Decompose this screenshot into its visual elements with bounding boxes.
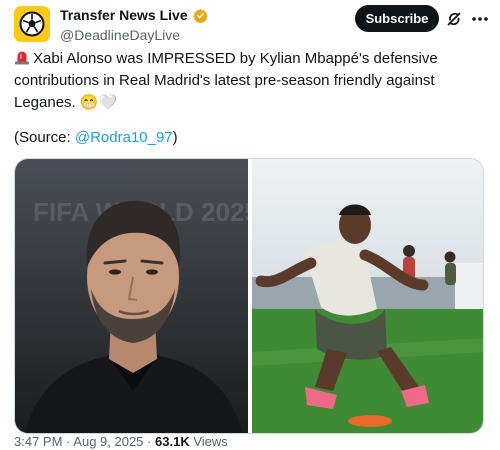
more-options-icon[interactable] [470,9,490,29]
tweet-body: Xabi Alonso was IMPRESSED by Kylian Mbap… [14,50,438,111]
source-suffix: ) [172,129,178,146]
kylian-mbappe-training-photo[interactable] [252,159,484,434]
display-name-row[interactable]: Transfer News Live [60,7,208,24]
tweet-time[interactable]: 3:47 PM [14,434,62,449]
source-mention-link[interactable]: @Rodra10_97 [75,129,173,146]
tweet-header: Transfer News Live @DeadlineDayLive Subs… [14,4,488,45]
football-logo-icon [19,11,45,37]
meta-separator-2: · [147,434,152,449]
siren-emoji-icon [15,51,29,65]
tweet-text: Xabi Alonso was IMPRESSED by Kylian Mbap… [14,48,484,114]
views-label: Views [193,434,228,449]
meta-separator: · [66,434,71,449]
media-svg: FIFA WORLD 2025 [15,159,484,434]
avatar[interactable] [14,6,50,42]
subscribe-button[interactable]: Subscribe [355,5,439,32]
source-prefix: (Source: [14,129,75,146]
verified-badge-icon [192,8,208,23]
views-count: 63.1K [155,434,190,449]
tweet-source-line: (Source: @Rodra10_97) [14,127,178,149]
media-grid: FIFA WORLD 2025 [14,158,484,434]
white-heart-emoji: 🤍 [98,94,118,111]
grin-emoji: 😁 [79,94,99,111]
xabi-alonso-portrait-photo[interactable]: FIFA WORLD 2025 [15,159,259,434]
grok-icon[interactable] [444,9,464,29]
tweet-date[interactable]: Aug 9, 2025 [73,434,143,449]
account-names: Transfer News Live @DeadlineDayLive [60,7,208,45]
account-handle[interactable]: @DeadlineDayLive [60,26,208,45]
display-name[interactable]: Transfer News Live [60,7,188,24]
